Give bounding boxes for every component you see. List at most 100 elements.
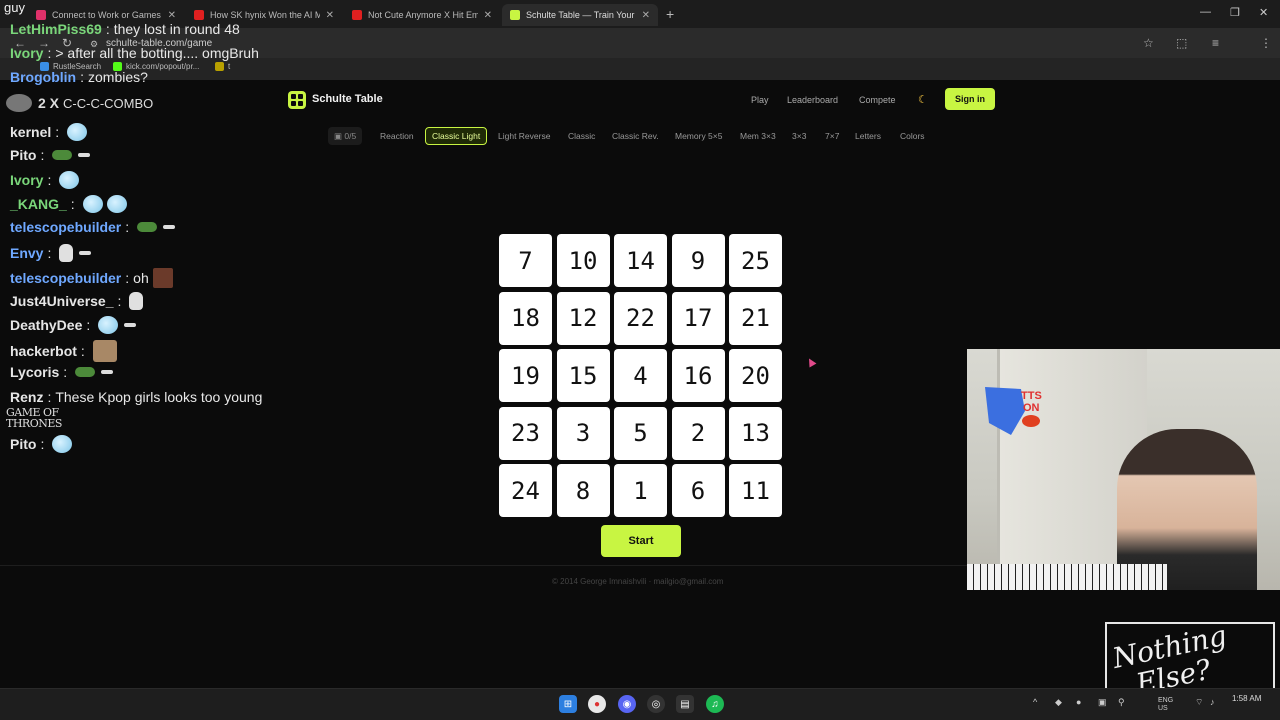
bookmark-icon: [215, 62, 224, 71]
chat-message: Just4Universe_:: [10, 292, 144, 310]
tray-app-icon[interactable]: ▣: [1098, 697, 1107, 708]
svg-text:TTS: TTS: [1021, 390, 1042, 402]
chrome-icon[interactable]: ●: [588, 695, 606, 713]
combo-emote-icon: [6, 94, 32, 112]
tab-close-icon[interactable]: ✕: [484, 10, 492, 21]
tab-close-icon[interactable]: ✕: [642, 10, 650, 21]
grid-cell[interactable]: 3: [556, 406, 610, 460]
ice-emote-icon: [67, 123, 88, 141]
wifi-icon[interactable]: ⌔: [1195, 697, 1203, 708]
sign-in-button[interactable]: Sign in: [945, 88, 995, 110]
grid-cell[interactable]: 25: [729, 234, 782, 287]
grid-cell[interactable]: 22: [614, 291, 667, 345]
nav-leaderboard[interactable]: Leaderboard: [787, 95, 838, 105]
spotify-icon[interactable]: ♫: [706, 695, 724, 713]
terminal-icon[interactable]: ▤: [676, 695, 694, 713]
schulte-logo-icon[interactable]: [288, 91, 306, 109]
grid-cell[interactable]: 7: [499, 234, 552, 287]
grid-cell[interactable]: 15: [556, 349, 610, 402]
chat-message: telescopebuilder:: [10, 219, 176, 235]
volume-icon[interactable]: ♪: [1210, 697, 1215, 707]
minimize-button[interactable]: —: [1200, 6, 1211, 18]
mode-tab[interactable]: Light Reverse: [492, 127, 556, 145]
mode-tab[interactable]: 7×7: [819, 127, 845, 145]
mode-tab[interactable]: Mem 3×3: [734, 127, 782, 145]
grid-cell[interactable]: 24: [499, 464, 552, 517]
chat-username: hackerbot: [10, 343, 77, 359]
discord-icon[interactable]: ◉: [618, 695, 636, 713]
language-indicator[interactable]: ENG US: [1158, 697, 1178, 713]
new-tab-button[interactable]: +: [666, 6, 674, 22]
skull-emote-icon: [129, 292, 144, 310]
ice-emote-icon: [59, 171, 80, 189]
chat-separator: :: [80, 343, 85, 359]
tab-close-icon[interactable]: ✕: [168, 10, 176, 21]
browser-tab[interactable]: Schulte Table — Train Your Focu ✕: [502, 4, 658, 26]
maximize-button[interactable]: ❐: [1230, 6, 1240, 19]
nav-compete[interactable]: Compete: [859, 95, 896, 105]
tray-app-icon[interactable]: ●: [1076, 697, 1081, 707]
grid-cell[interactable]: 17: [671, 291, 725, 345]
grid-cell[interactable]: 5: [614, 406, 667, 460]
close-window-button[interactable]: ✕: [1259, 6, 1268, 19]
tray-app-icon[interactable]: ⚲: [1118, 697, 1125, 708]
mode-tab[interactable]: Memory 5×5: [669, 127, 728, 145]
chat-message: _KANG_:: [10, 195, 127, 213]
small-emote-icon: [78, 153, 91, 157]
browser-tab[interactable]: Not Cute Anymore X Hit Em Up ✕: [344, 4, 500, 26]
mode-tab[interactable]: 3×3: [786, 127, 812, 145]
mode-tab[interactable]: Reaction: [374, 127, 420, 145]
menu-icon[interactable]: ⋮: [1260, 36, 1272, 50]
grid-cell[interactable]: 9: [671, 234, 725, 287]
grid-cell[interactable]: 6: [671, 464, 725, 517]
chat-message: Renz: These Kpop girls looks too young: [10, 389, 262, 405]
chat-message: Pito:: [10, 147, 91, 163]
footer-text: © 2014 George Imnaishvili · mailgio@gmai…: [552, 577, 724, 586]
start-menu-icon[interactable]: ⊞: [559, 695, 577, 713]
chat-separator: :: [117, 293, 122, 309]
brand-name[interactable]: Schulte Table: [312, 93, 383, 105]
chat-message: telescopebuilder: oh: [10, 268, 173, 288]
grid-cell[interactable]: 19: [499, 349, 552, 402]
grid-cell[interactable]: 8: [556, 464, 610, 517]
grid-cell[interactable]: 13: [729, 406, 782, 460]
chat-username: Ivory: [10, 45, 44, 61]
mode-tab[interactable]: Classic: [562, 127, 601, 145]
chat-username: telescopebuilder: [10, 270, 122, 286]
grid-cell[interactable]: 12: [556, 291, 610, 345]
chat-separator: :: [86, 317, 91, 333]
theme-toggle-icon[interactable]: ☾: [918, 93, 928, 106]
chat-message: kernel:: [10, 123, 88, 141]
grid-cell[interactable]: 2: [671, 406, 725, 460]
mode-tab[interactable]: Colors: [894, 127, 931, 145]
bookmark-item[interactable]: t: [215, 62, 230, 71]
extensions-icon[interactable]: ⬚: [1176, 36, 1187, 50]
tab-close-icon[interactable]: ✕: [326, 10, 334, 21]
start-button[interactable]: Start: [601, 525, 681, 557]
media-icon[interactable]: ≡: [1212, 36, 1219, 50]
mode-tab[interactable]: Letters: [849, 127, 887, 145]
bookmark-star-icon[interactable]: ☆: [1143, 36, 1154, 50]
chat-separator: :: [40, 436, 45, 452]
grid-cell[interactable]: 18: [499, 291, 552, 345]
chat-text: These Kpop girls looks too young: [55, 389, 263, 405]
tray-app-icon[interactable]: ◆: [1055, 697, 1062, 708]
grid-cell[interactable]: 21: [729, 291, 782, 345]
mode-tab[interactable]: Classic Light: [425, 127, 488, 145]
grid-cell[interactable]: 23: [499, 406, 552, 460]
grid-cell[interactable]: 10: [556, 234, 610, 287]
footer-divider: [0, 565, 968, 566]
grid-cell[interactable]: 4: [614, 349, 667, 402]
grid-cell[interactable]: 14: [614, 234, 667, 287]
mode-tab[interactable]: Classic Rev.: [606, 127, 665, 145]
chat-username: DeathyDee: [10, 317, 83, 333]
grid-cell[interactable]: 20: [729, 349, 782, 402]
grid-cell[interactable]: 16: [671, 349, 725, 402]
grid-cell[interactable]: 1: [614, 464, 667, 517]
tray-chevron-icon[interactable]: ^: [1033, 697, 1037, 707]
obs-icon[interactable]: ◎: [647, 695, 665, 713]
frog-emote-icon: [137, 222, 158, 232]
grid-cell[interactable]: 11: [729, 464, 782, 517]
clock[interactable]: 1:58 AM: [1232, 694, 1261, 703]
nav-play[interactable]: Play: [751, 95, 769, 105]
